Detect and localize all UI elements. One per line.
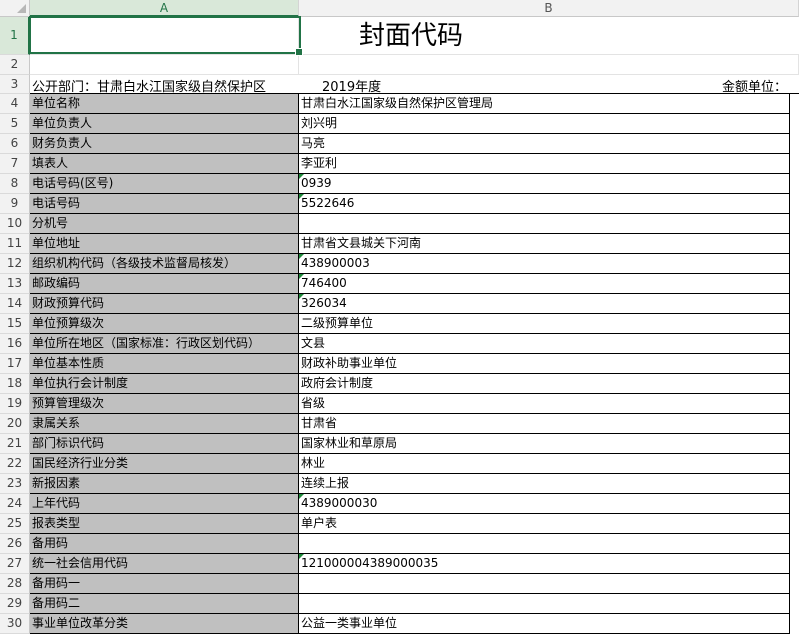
header-info-row: 公开部门：甘肃白水江国家级自然保护区 2019年度 金额单位： [30,75,799,95]
field-label[interactable]: 备用码一 [30,574,299,594]
row-header-29[interactable]: 29 [0,594,30,614]
field-label[interactable]: 单位预算级次 [30,314,299,334]
field-label[interactable]: 预算管理级次 [30,394,299,414]
empty-cell[interactable] [30,55,299,75]
row-header-7[interactable]: 7 [0,154,30,174]
field-label[interactable]: 报表类型 [30,514,299,534]
field-value[interactable]: 746400 [299,274,790,294]
row-header-9[interactable]: 9 [0,194,30,214]
select-all-corner[interactable] [0,0,30,17]
amount-unit-label[interactable]: 金额单位： [722,76,787,95]
field-value[interactable] [299,534,790,554]
field-value[interactable]: 单户表 [299,514,790,534]
row-header-18[interactable]: 18 [0,374,30,394]
field-label[interactable]: 单位所在地区（国家标准：行政区划代码） [30,334,299,354]
row-header-23[interactable]: 23 [0,474,30,494]
field-value[interactable]: 326034 [299,294,790,314]
field-value[interactable]: 甘肃白水江国家级自然保护区管理局 [299,94,790,114]
row-header-1[interactable]: 1 [0,17,30,55]
field-value[interactable]: 438900003 [299,254,790,274]
row-header-2[interactable]: 2 [0,55,30,75]
field-value[interactable] [299,574,790,594]
field-label[interactable]: 新报因素 [30,474,299,494]
field-value[interactable]: 国家林业和草原局 [299,434,790,454]
row-header-10[interactable]: 10 [0,214,30,234]
field-label[interactable]: 备用码 [30,534,299,554]
row-header-14[interactable]: 14 [0,294,30,314]
field-value[interactable]: 刘兴明 [299,114,790,134]
field-value[interactable]: 李亚利 [299,154,790,174]
field-label[interactable]: 单位基本性质 [30,354,299,374]
field-label[interactable]: 组织机构代码（各级技术监督局核发） [30,254,299,274]
field-value[interactable] [299,214,790,234]
title-cell[interactable]: 封面代码 [299,17,799,55]
field-value[interactable]: 马亮 [299,134,790,154]
row-header-30[interactable]: 30 [0,614,30,634]
field-label[interactable]: 隶属关系 [30,414,299,434]
row-header-25[interactable]: 25 [0,514,30,534]
field-value[interactable]: 连续上报 [299,474,790,494]
field-label[interactable]: 财政预算代码 [30,294,299,314]
row-header-17[interactable]: 17 [0,354,30,374]
column-header-a[interactable]: A [30,0,299,17]
field-value[interactable]: 4389000030 [299,494,790,514]
field-label[interactable]: 分机号 [30,214,299,234]
field-value[interactable]: 5522646 [299,194,790,214]
row-header-8[interactable]: 8 [0,174,30,194]
field-value[interactable]: 甘肃省 [299,414,790,434]
row-header-11[interactable]: 11 [0,234,30,254]
active-cell-a1[interactable] [29,16,303,56]
empty-cell[interactable] [299,55,799,75]
field-value[interactable]: 政府会计制度 [299,374,790,394]
public-department-label[interactable]: 公开部门：甘肃白水江国家级自然保护区 [32,76,266,95]
field-value[interactable]: 二级预算单位 [299,314,790,334]
field-label[interactable]: 邮政编码 [30,274,299,294]
field-label[interactable]: 备用码二 [30,594,299,614]
field-value[interactable] [299,594,790,614]
field-label[interactable]: 填表人 [30,154,299,174]
row-header-20[interactable]: 20 [0,414,30,434]
field-value[interactable]: 甘肃省文县城关下河南 [299,234,790,254]
row-header-26[interactable]: 26 [0,534,30,554]
field-label[interactable]: 统一社会信用代码 [30,554,299,574]
field-label[interactable]: 单位执行会计制度 [30,374,299,394]
row-header-24[interactable]: 24 [0,494,30,514]
row-header-21[interactable]: 21 [0,434,30,454]
row-header-12[interactable]: 12 [0,254,30,274]
column-header-b[interactable]: B [299,0,799,17]
row-header-28[interactable]: 28 [0,574,30,594]
row-header-22[interactable]: 22 [0,454,30,474]
field-label[interactable]: 单位负责人 [30,114,299,134]
row-header-27[interactable]: 27 [0,554,30,574]
row-header-19[interactable]: 19 [0,394,30,414]
field-label[interactable]: 电话号码(区号) [30,174,299,194]
field-label[interactable]: 部门标识代码 [30,434,299,454]
field-label[interactable]: 单位地址 [30,234,299,254]
field-value[interactable]: 省级 [299,394,790,414]
row-header-16[interactable]: 16 [0,334,30,354]
field-value[interactable]: 财政补助事业单位 [299,354,790,374]
row-header-3[interactable]: 3 [0,75,30,94]
field-label[interactable]: 上年代码 [30,494,299,514]
field-value[interactable]: 公益一类事业单位 [299,614,790,634]
fiscal-year-label[interactable]: 2019年度 [322,76,381,95]
row-header-5[interactable]: 5 [0,114,30,134]
field-label[interactable]: 财务负责人 [30,134,299,154]
field-value[interactable]: 林业 [299,454,790,474]
row-header-4[interactable]: 4 [0,94,30,114]
field-value[interactable]: 121000004389000035 [299,554,790,574]
row-header-13[interactable]: 13 [0,274,30,294]
field-label[interactable]: 单位名称 [30,94,299,114]
row-header-15[interactable]: 15 [0,314,30,334]
field-label[interactable]: 事业单位改革分类 [30,614,299,634]
field-value[interactable]: 0939 [299,174,790,194]
field-label[interactable]: 电话号码 [30,194,299,214]
row-header-6[interactable]: 6 [0,134,30,154]
field-label[interactable]: 国民经济行业分类 [30,454,299,474]
field-value[interactable]: 文县 [299,334,790,354]
